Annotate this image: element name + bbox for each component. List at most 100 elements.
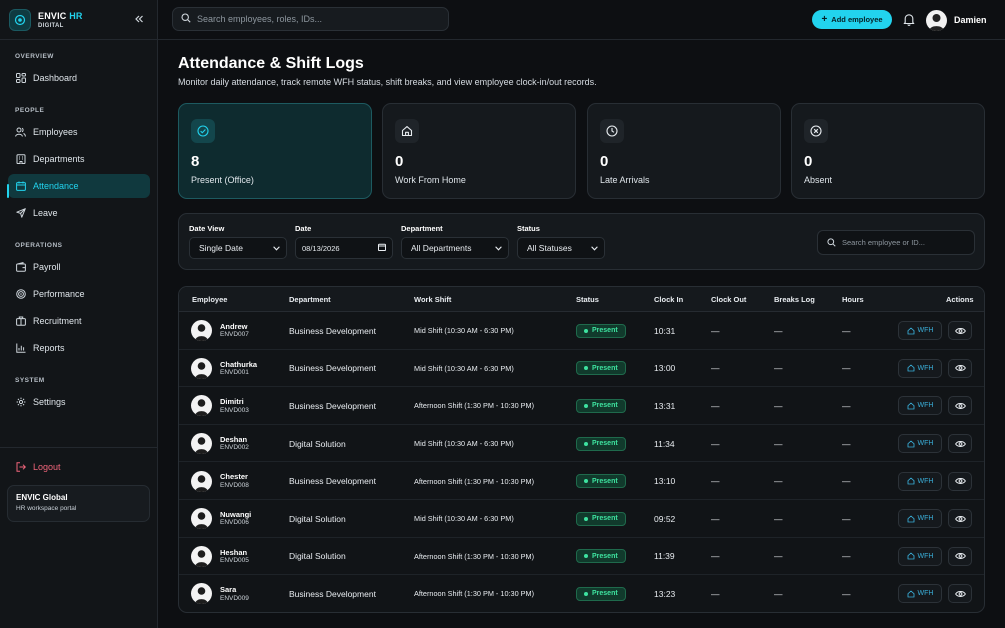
- sidebar-item-settings[interactable]: Settings: [8, 390, 150, 414]
- sidebar-item-reports[interactable]: Reports: [8, 336, 150, 360]
- table-row[interactable]: Nuwangi ENVD006 Digital Solution Mid Shift …: [179, 500, 984, 538]
- hours-cell: —: [842, 363, 851, 374]
- view-details-button[interactable]: [948, 358, 972, 378]
- table-row[interactable]: Deshan ENVD002 Digital Solution Mid Shift (…: [179, 425, 984, 463]
- sidebar-item-payroll[interactable]: Payroll: [8, 255, 150, 279]
- sidebar-item-label: Performance: [33, 289, 85, 299]
- sidebar-item-dashboard[interactable]: Dashboard: [8, 66, 150, 90]
- clock-in-cell: 10:31: [654, 325, 676, 336]
- date-view-select[interactable]: Single Date: [189, 237, 287, 259]
- mark-wfh-button[interactable]: WFH: [898, 396, 942, 416]
- sidebar-item-departments[interactable]: Departments: [8, 147, 150, 171]
- stat-card-wfh[interactable]: 0 Work From Home: [382, 103, 576, 199]
- department-cell: Business Development: [289, 400, 376, 411]
- employee-name: Sara: [220, 585, 237, 595]
- briefcase-icon: [15, 316, 26, 327]
- home-icon: [907, 364, 915, 372]
- department-select[interactable]: All Departments: [401, 237, 509, 259]
- view-details-button[interactable]: [948, 584, 972, 604]
- mark-wfh-button[interactable]: WFH: [898, 358, 942, 378]
- sidebar-item-recruitment[interactable]: Recruitment: [8, 309, 150, 333]
- actions-cell: WFH: [898, 350, 972, 388]
- sidebar-item-attendance[interactable]: Attendance: [7, 174, 150, 198]
- mark-wfh-button[interactable]: WFH: [898, 584, 942, 604]
- mark-wfh-button[interactable]: WFH: [898, 509, 942, 529]
- mark-wfh-button[interactable]: WFH: [898, 546, 942, 566]
- wfh-label: WFH: [917, 590, 934, 598]
- org-card: ENVIC Global HR workspace portal: [7, 485, 150, 522]
- employee-id: ENVD005: [220, 557, 249, 565]
- avatar: [191, 433, 212, 455]
- section-label-operations: OPERATIONS: [15, 242, 63, 249]
- sidebar-item-leave[interactable]: Leave: [8, 201, 150, 225]
- table-row[interactable]: Chathurka ENVD001 Business Development Mid …: [179, 350, 984, 388]
- status-cell: Present: [576, 575, 626, 612]
- table-row[interactable]: Dimitri ENVD003 Business Development Aftern…: [179, 387, 984, 425]
- global-search[interactable]: [172, 7, 449, 31]
- avatar: [191, 508, 212, 530]
- date-input[interactable]: 08/13/2026: [295, 237, 393, 259]
- home-icon: [907, 402, 915, 410]
- employee-search[interactable]: [817, 230, 975, 255]
- divider: [0, 39, 158, 40]
- employee-cell: Chathurka ENVD001: [191, 350, 257, 388]
- status-select[interactable]: All Statuses: [517, 237, 605, 259]
- employee-cell: Heshan ENVD005: [191, 538, 249, 576]
- stat-card-absent[interactable]: 0 Absent: [791, 103, 985, 199]
- eye-icon: [954, 327, 966, 335]
- page-title: Attendance & Shift Logs: [178, 55, 364, 72]
- view-details-button[interactable]: [948, 509, 972, 529]
- status-label: Present: [592, 327, 618, 335]
- mark-wfh-button[interactable]: WFH: [898, 434, 942, 454]
- check-circle-icon: [191, 119, 215, 143]
- employee-id: ENVD009: [220, 594, 249, 602]
- chevron-down-icon: [495, 243, 502, 253]
- status-dot-icon: [584, 479, 588, 484]
- stat-card-present[interactable]: 8 Present (Office): [178, 103, 372, 199]
- table-row[interactable]: Heshan ENVD005 Digital Solution Afternoon S…: [179, 538, 984, 576]
- clock-in-cell: 09:52: [654, 513, 676, 524]
- status-badge: Present: [576, 398, 626, 413]
- sidebar-item-label: Reports: [33, 343, 65, 353]
- table-row[interactable]: Chester ENVD008 Business Development Aftern…: [179, 462, 984, 500]
- bell-icon[interactable]: [903, 13, 915, 26]
- clock-in-cell: 13:00: [654, 363, 676, 374]
- sidebar-item-performance[interactable]: Performance: [8, 282, 150, 306]
- employee-search-input[interactable]: [842, 238, 972, 247]
- view-details-button[interactable]: [948, 471, 972, 491]
- table-row[interactable]: Sara ENVD009 Business Development Afternoon…: [179, 575, 984, 612]
- breaks-cell: —: [774, 438, 783, 449]
- status-cell: Present: [576, 462, 626, 500]
- department-cell: Business Development: [289, 325, 376, 336]
- wfh-label: WFH: [917, 364, 934, 372]
- attendance-table: Employee Department Work Shift Status Cl…: [178, 286, 985, 613]
- brand-sub: DIGITAL: [38, 22, 64, 29]
- table-row[interactable]: Andrew ENVD007 Business Development Mid Shi…: [179, 312, 984, 350]
- user-menu[interactable]: Damien: [926, 9, 987, 31]
- sidebar-item-label: Dashboard: [33, 73, 78, 83]
- home-icon: [907, 515, 915, 523]
- status-label: Present: [592, 552, 618, 560]
- add-employee-button[interactable]: + Add employee: [812, 10, 892, 29]
- status-badge: Present: [576, 549, 626, 564]
- view-details-button[interactable]: [948, 321, 972, 341]
- employee-id: ENVD003: [220, 406, 249, 414]
- global-search-input[interactable]: [197, 14, 437, 24]
- logout-button[interactable]: Logout: [8, 455, 150, 479]
- mark-wfh-button[interactable]: WFH: [898, 321, 942, 341]
- stat-card-late[interactable]: 0 Late Arrivals: [587, 103, 781, 199]
- actions-cell: WFH: [898, 462, 972, 500]
- department-filter: Department All Departments: [401, 224, 509, 259]
- status-label: Present: [592, 440, 618, 448]
- collapse-sidebar-icon[interactable]: [132, 12, 146, 26]
- employee-id: ENVD007: [220, 331, 249, 339]
- employee-cell: Dimitri ENVD003: [191, 387, 249, 425]
- avatar: [926, 9, 947, 31]
- view-details-button[interactable]: [948, 434, 972, 454]
- mark-wfh-button[interactable]: WFH: [898, 471, 942, 491]
- view-details-button[interactable]: [948, 546, 972, 566]
- breaks-cell: —: [774, 476, 783, 487]
- brand[interactable]: ENVIC HR DIGITAL: [9, 9, 83, 31]
- sidebar-item-employees[interactable]: Employees: [8, 120, 150, 144]
- view-details-button[interactable]: [948, 396, 972, 416]
